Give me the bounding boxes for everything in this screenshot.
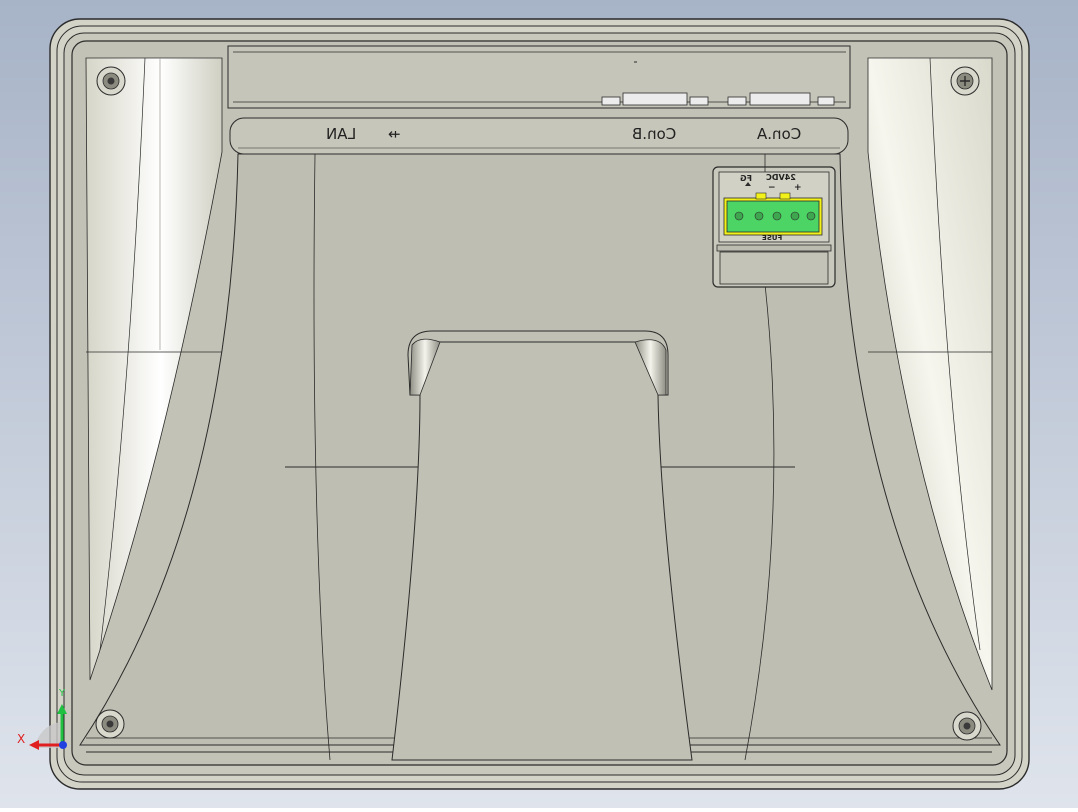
- minus-label: −: [768, 183, 776, 193]
- plus-label: +: [794, 183, 802, 193]
- screw-top-left: [96, 66, 126, 96]
- handle-cutout: [391, 330, 693, 761]
- label-band: [229, 117, 849, 155]
- dc24-label: 24VDC: [766, 173, 796, 182]
- fg-label: FG: [740, 174, 753, 183]
- con-a-label: Con.A: [757, 125, 802, 143]
- triad-x-label: X: [17, 732, 26, 746]
- usb-icon: ⇸: [388, 125, 401, 143]
- cad-drawing: [0, 0, 1078, 808]
- cad-viewport[interactable]: LAN ⇸ Con.B Con.A FG 24VDC − + FUSE X Y: [0, 0, 1078, 808]
- lan-label: LAN: [326, 125, 357, 143]
- screw-top-right: [950, 66, 980, 96]
- fuse-label: FUSE: [762, 234, 783, 242]
- triad-y-label: Y: [59, 688, 66, 699]
- con-b-label: Con.B: [632, 125, 677, 143]
- screw-bottom-left: [95, 709, 125, 739]
- screw-bottom-right: [952, 711, 982, 741]
